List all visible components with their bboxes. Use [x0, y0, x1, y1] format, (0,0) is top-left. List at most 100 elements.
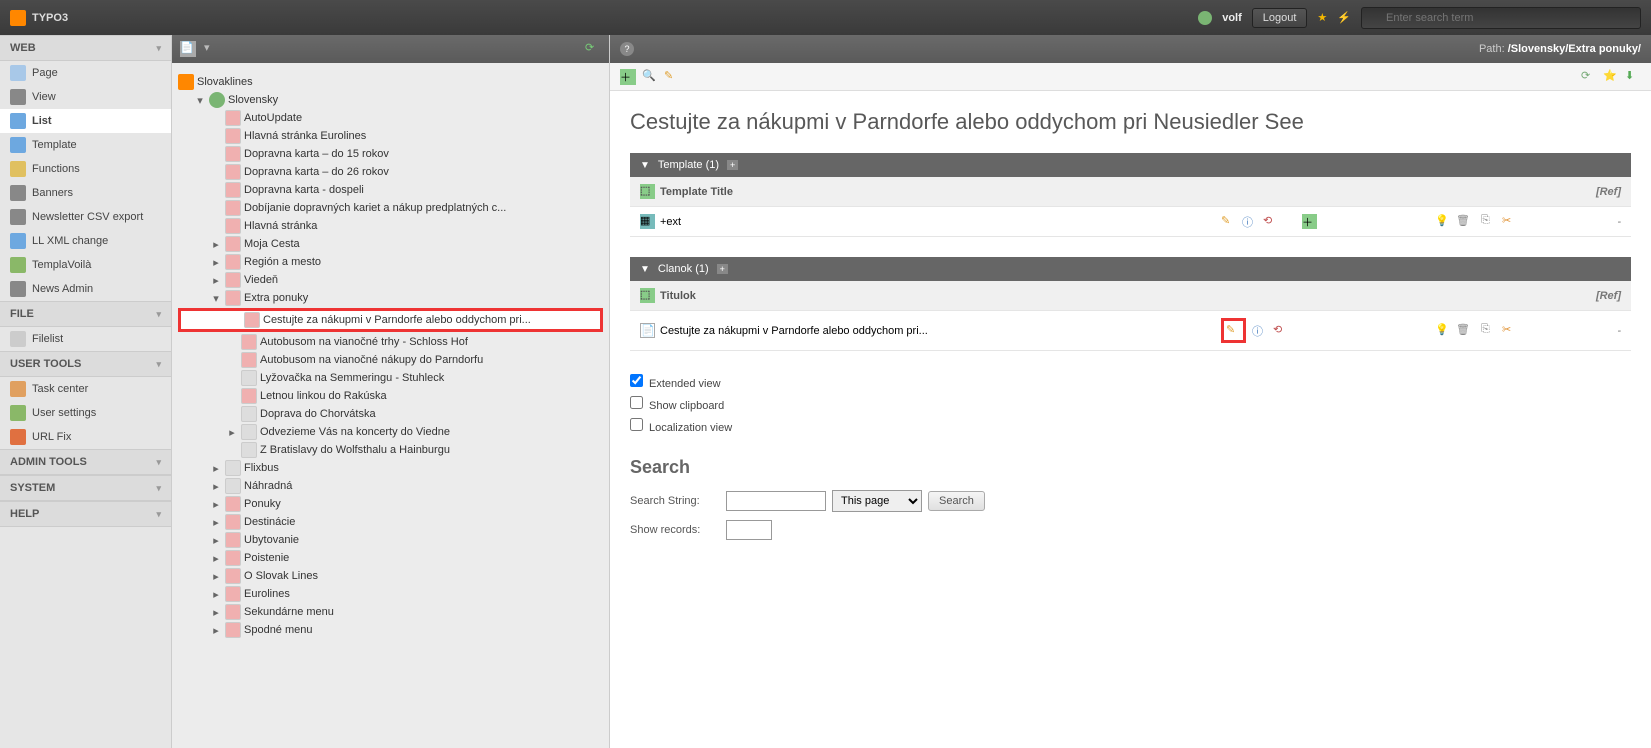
tree-node[interactable]: ▸Sekundárne menu — [178, 603, 603, 621]
global-search-input[interactable] — [1361, 7, 1641, 29]
extended-view-checkbox[interactable]: Extended view — [630, 371, 1631, 393]
tree-node[interactable]: ▸Spodné menu — [178, 621, 603, 639]
tree-root[interactable]: Slovaklines — [178, 73, 603, 91]
history-icon[interactable]: ⟲ — [1273, 323, 1288, 338]
tree-node[interactable]: Autobusom na vianočné trhy - Schloss Hof — [178, 333, 603, 351]
record-icon[interactable]: 📄 — [640, 323, 655, 338]
cache-bolt-icon[interactable]: ⚡ — [1337, 11, 1351, 24]
tree-node[interactable]: Hlavná stránka Eurolines — [178, 127, 603, 145]
module-item-list[interactable]: List — [0, 109, 171, 133]
module-item-page[interactable]: Page — [0, 61, 171, 85]
tree-expander-icon[interactable]: ▸ — [210, 516, 222, 529]
edit-all-icon[interactable]: ⬚ — [640, 184, 655, 199]
username-label[interactable]: volf — [1222, 12, 1242, 24]
new-record-icon[interactable]: ＋ — [620, 69, 636, 85]
module-item-functions[interactable]: Functions — [0, 157, 171, 181]
copy-icon[interactable]: ⎘ — [1481, 214, 1496, 229]
hide-icon[interactable]: 💡 — [1435, 214, 1450, 229]
tree-node[interactable]: ▾Extra ponuky — [178, 289, 603, 307]
view-page-icon[interactable]: 🔍 — [642, 69, 658, 85]
collapse-icon[interactable]: ▼ — [640, 160, 650, 171]
edit-icon[interactable]: ✎ — [1221, 214, 1236, 229]
module-item-news-admin[interactable]: News Admin — [0, 277, 171, 301]
template-row-title[interactable]: +ext — [660, 216, 1221, 228]
edit-all-icon[interactable]: ⬚ — [640, 288, 655, 303]
tree-node[interactable]: ▸Odvezieme Vás na koncerty do Viedne — [178, 423, 603, 441]
module-item-view[interactable]: View — [0, 85, 171, 109]
cut-icon[interactable]: ✂ — [1502, 214, 1517, 229]
edit-icon[interactable]: ✎ — [1226, 323, 1241, 338]
module-section-help[interactable]: HELP▾ — [0, 501, 171, 527]
logout-button[interactable]: Logout — [1252, 8, 1308, 28]
tree-node[interactable]: Z Bratislavy do Wolfsthalu a Hainburgu — [178, 441, 603, 459]
collapse-icon[interactable]: ▼ — [640, 264, 650, 275]
search-string-input[interactable] — [726, 491, 826, 511]
module-item-filelist[interactable]: Filelist — [0, 327, 171, 351]
tree-expander-icon[interactable]: ▸ — [210, 624, 222, 637]
module-item-newsletter-csv-export[interactable]: Newsletter CSV export — [0, 205, 171, 229]
show-records-input[interactable] — [726, 520, 772, 540]
module-item-ll-xml-change[interactable]: LL XML change — [0, 229, 171, 253]
edit-page-icon[interactable]: ✎ — [664, 69, 680, 85]
module-item-banners[interactable]: Banners — [0, 181, 171, 205]
expand-plus-icon[interactable]: + — [727, 160, 738, 170]
tree-expander-icon[interactable]: ▸ — [210, 588, 222, 601]
new-page-icon[interactable]: 📄 — [180, 41, 196, 57]
module-item-templavoilà[interactable]: TemplaVoilà — [0, 253, 171, 277]
delete-icon[interactable]: 🗑 — [1456, 323, 1471, 338]
tree-node[interactable]: Dopravna karta – do 26 rokov — [178, 163, 603, 181]
tree-expander-icon[interactable]: ▸ — [210, 238, 222, 251]
tree-expander-icon[interactable]: ▾ — [194, 94, 206, 107]
tree-node[interactable]: ▸Náhradná — [178, 477, 603, 495]
tree-expander-icon[interactable]: ▸ — [210, 606, 222, 619]
delete-icon[interactable]: 🗑 — [1456, 214, 1471, 229]
export-csv-icon[interactable]: ⬇ — [1625, 69, 1641, 85]
tree-node[interactable]: Hlavná stránka — [178, 217, 603, 235]
info-icon[interactable]: ⓘ — [1242, 214, 1257, 229]
tree-expander-icon[interactable]: ▸ — [226, 426, 238, 439]
tree-expander-icon[interactable]: ▸ — [210, 462, 222, 475]
tree-node[interactable]: Doprava do Chorvátska — [178, 405, 603, 423]
cut-icon[interactable]: ✂ — [1502, 323, 1517, 338]
tree-node[interactable]: Autobusom na vianočné nákupy do Parndorf… — [178, 351, 603, 369]
filter-icon[interactable]: ▾ — [204, 41, 220, 57]
shortcut-icon[interactable]: ⭐ — [1603, 69, 1619, 85]
tree-node[interactable]: ▸Moja Cesta — [178, 235, 603, 253]
tree-node[interactable]: Dopravna karta – do 15 rokov — [178, 145, 603, 163]
tree-node[interactable]: ▸Destinácie — [178, 513, 603, 531]
tree-node[interactable]: Cestujte za nákupmi v Parndorfe alebo od… — [178, 308, 603, 332]
copy-icon[interactable]: ⎘ — [1481, 323, 1496, 338]
tree-node[interactable]: ▸Flixbus — [178, 459, 603, 477]
refresh-icon[interactable]: ⟳ — [585, 41, 601, 57]
clanok-section-header[interactable]: ▼ Clanok (1) + — [630, 257, 1631, 281]
expand-plus-icon[interactable]: + — [717, 264, 728, 274]
module-section-file[interactable]: FILE▾ — [0, 301, 171, 327]
tree-node[interactable]: Lyžovačka na Semmeringu - Stuhleck — [178, 369, 603, 387]
tree-expander-icon[interactable]: ▸ — [210, 480, 222, 493]
module-section-admin-tools[interactable]: ADMIN TOOLS▾ — [0, 449, 171, 475]
tree-node[interactable]: Dopravna karta - dospeli — [178, 181, 603, 199]
tree-node[interactable]: ▸Ubytovanie — [178, 531, 603, 549]
tree-expander-icon[interactable]: ▸ — [210, 534, 222, 547]
template-record-icon[interactable]: ▦ — [640, 214, 655, 229]
tree-node[interactable]: ▸Ponuky — [178, 495, 603, 513]
module-section-user-tools[interactable]: USER TOOLS▾ — [0, 351, 171, 377]
tree-expander-icon[interactable]: ▸ — [210, 274, 222, 287]
module-section-system[interactable]: SYSTEM▾ — [0, 475, 171, 501]
tree-lang-root[interactable]: ▾Slovensky — [178, 91, 603, 109]
module-section-web[interactable]: WEB▾ — [0, 35, 171, 61]
tree-node[interactable]: Letnou linkou do Rakúska — [178, 387, 603, 405]
tree-node[interactable]: AutoUpdate — [178, 109, 603, 127]
tree-expander-icon[interactable]: ▸ — [210, 256, 222, 269]
tree-node[interactable]: ▸Viedeň — [178, 271, 603, 289]
module-item-user-settings[interactable]: User settings — [0, 401, 171, 425]
show-clipboard-checkbox[interactable]: Show clipboard — [630, 393, 1631, 415]
reload-icon[interactable]: ⟳ — [1581, 69, 1597, 85]
tree-expander-icon[interactable]: ▸ — [210, 552, 222, 565]
tree-node[interactable]: ▸O Slovak Lines — [178, 567, 603, 585]
search-scope-select[interactable]: This page — [832, 490, 922, 512]
module-item-template[interactable]: Template — [0, 133, 171, 157]
search-button[interactable]: Search — [928, 491, 985, 511]
module-item-task-center[interactable]: Task center — [0, 377, 171, 401]
help-icon[interactable]: ? — [620, 42, 634, 56]
